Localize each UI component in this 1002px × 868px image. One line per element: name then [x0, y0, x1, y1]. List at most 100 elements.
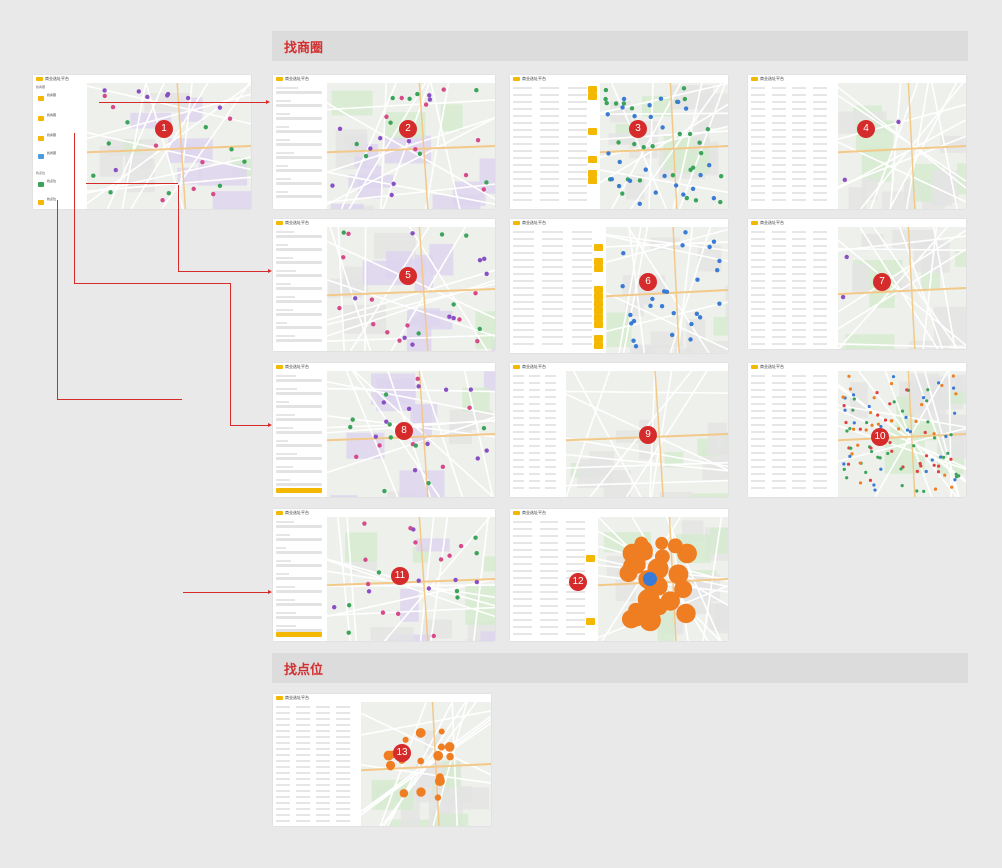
action-button[interactable]	[594, 321, 603, 328]
filter-input[interactable]	[276, 169, 322, 172]
action-button[interactable]	[588, 156, 597, 163]
filter-input[interactable]	[276, 195, 322, 198]
screenshot-13[interactable]: 商业选址平台 13	[273, 694, 491, 826]
menu-card[interactable]: 找点位	[38, 179, 83, 195]
menu-card[interactable]: 找商圈	[38, 93, 83, 109]
action-button[interactable]	[594, 293, 603, 300]
action-button[interactable]	[594, 265, 603, 272]
table-cell	[336, 754, 350, 756]
filter-input[interactable]	[276, 457, 322, 460]
map-view[interactable]	[598, 517, 728, 641]
filter-input[interactable]	[276, 117, 322, 120]
filter-input[interactable]	[276, 616, 322, 619]
map-view[interactable]	[838, 227, 966, 349]
table-cell	[812, 343, 827, 345]
action-button[interactable]	[586, 618, 595, 625]
action-button[interactable]	[588, 177, 597, 184]
filter-input[interactable]	[276, 444, 322, 447]
table-cell	[792, 136, 807, 138]
action-button[interactable]	[588, 86, 597, 93]
map-view[interactable]	[838, 83, 966, 209]
map-view[interactable]	[327, 227, 495, 351]
filter-input[interactable]	[276, 418, 322, 421]
table-cell	[571, 266, 593, 268]
filter-input[interactable]	[276, 379, 322, 382]
filter-input[interactable]	[276, 339, 322, 342]
filter-input[interactable]	[276, 313, 322, 316]
map-view[interactable]	[327, 517, 495, 641]
screenshot-10[interactable]: 商业选址平台 10	[748, 363, 966, 497]
filter-input[interactable]	[276, 577, 322, 580]
filter-input[interactable]	[276, 431, 322, 434]
filter-input[interactable]	[276, 91, 322, 94]
table-cell	[567, 101, 587, 103]
screenshot-11[interactable]: 商业选址平台 11	[273, 509, 495, 641]
table-cell	[751, 336, 766, 338]
screenshot-4[interactable]: 商业选址平台 4	[748, 75, 966, 209]
submit-button[interactable]	[276, 632, 322, 637]
map-view[interactable]	[327, 83, 495, 209]
filter-input[interactable]	[276, 525, 322, 528]
action-button[interactable]	[594, 300, 603, 307]
table-cell	[542, 329, 563, 331]
action-button[interactable]	[594, 335, 603, 342]
filter-input[interactable]	[276, 300, 322, 303]
menu-card[interactable]: 找商圈	[38, 151, 83, 167]
filter-input[interactable]	[276, 551, 322, 554]
filter-input[interactable]	[276, 392, 322, 395]
filter-input[interactable]	[276, 287, 322, 290]
table-cell	[571, 273, 593, 275]
action-button[interactable]	[588, 128, 597, 135]
map-view[interactable]	[838, 371, 966, 497]
action-button[interactable]	[594, 258, 603, 265]
action-button[interactable]	[594, 342, 603, 349]
filter-input[interactable]	[276, 483, 322, 486]
table-cell	[529, 487, 541, 489]
filter-input[interactable]	[276, 590, 322, 593]
action-button[interactable]	[594, 307, 603, 314]
map-view[interactable]	[361, 702, 491, 826]
screenshot-12[interactable]: 商业选址平台 12	[510, 509, 728, 641]
screenshot-7[interactable]: 商业选址平台 7	[748, 219, 966, 349]
action-button[interactable]	[586, 555, 595, 562]
action-button[interactable]	[594, 286, 603, 293]
screenshot-9[interactable]: 商业选址平台 9	[510, 363, 728, 497]
filter-input[interactable]	[276, 274, 322, 277]
menu-card[interactable]: 找商圈	[38, 133, 83, 149]
table-cell	[513, 619, 532, 621]
submit-button[interactable]	[276, 488, 322, 493]
table-cell	[566, 542, 585, 544]
screenshot-3[interactable]: 商业选址平台 3	[510, 75, 728, 209]
filter-input[interactable]	[276, 326, 322, 329]
action-button[interactable]	[594, 244, 603, 251]
filter-input[interactable]	[276, 143, 322, 146]
filter-input[interactable]	[276, 470, 322, 473]
filter-input[interactable]	[276, 182, 322, 185]
filter-input[interactable]	[276, 261, 322, 264]
filter-input[interactable]	[276, 156, 322, 159]
filter-input[interactable]	[276, 248, 322, 251]
action-button[interactable]	[588, 93, 597, 100]
filter-input[interactable]	[276, 235, 322, 238]
screenshot-8[interactable]: 商业选址平台 8	[273, 363, 495, 497]
table-cell	[539, 605, 559, 607]
filter-input[interactable]	[276, 104, 322, 107]
table-cell	[751, 115, 766, 117]
screenshot-2[interactable]: 商业选址平台 2	[273, 75, 495, 209]
map-view[interactable]	[606, 227, 728, 353]
filter-input[interactable]	[276, 405, 322, 408]
action-button[interactable]	[588, 170, 597, 177]
action-button[interactable]	[594, 314, 603, 321]
filter-input[interactable]	[276, 564, 322, 567]
screenshot-6[interactable]: 商业选址平台 6	[510, 219, 728, 353]
screenshot-1[interactable]: 商业选址平台 找商圈 找商圈 找商圈 找商圈 找商圈 找点位 找点位 找点位 1	[33, 75, 251, 209]
menu-card[interactable]: 找商圈	[38, 113, 83, 129]
screenshot-5[interactable]: 商业选址平台 5	[273, 219, 495, 351]
table-cell	[542, 343, 563, 345]
menu-card[interactable]: 找点位	[38, 197, 83, 209]
filter-input[interactable]	[276, 538, 322, 541]
filter-input[interactable]	[276, 130, 322, 133]
table-cell	[567, 115, 587, 117]
filter-input[interactable]	[276, 603, 322, 606]
map-view[interactable]	[600, 83, 728, 209]
